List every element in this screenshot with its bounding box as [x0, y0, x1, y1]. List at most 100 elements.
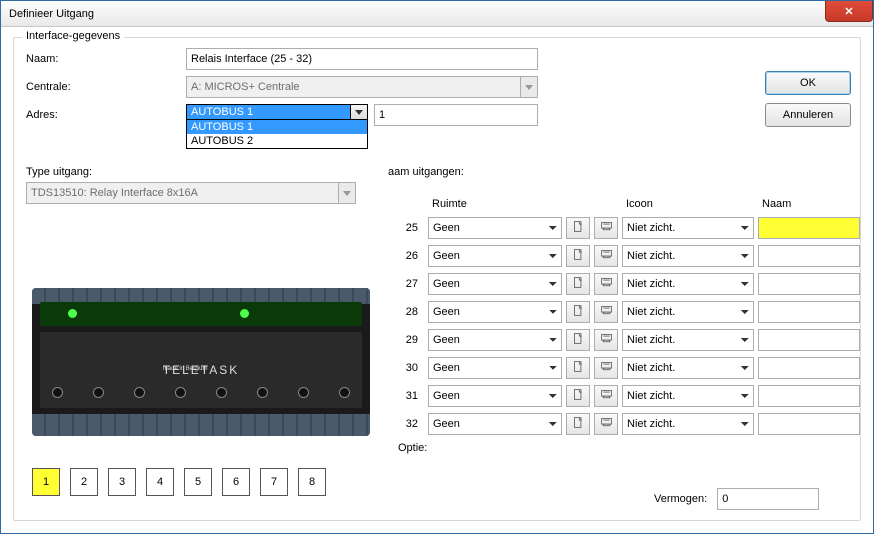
edit-room-button[interactable]	[594, 245, 618, 267]
edit-room-button[interactable]	[594, 385, 618, 407]
channel-button-6[interactable]: 6	[222, 468, 250, 496]
adres-bus-toggle[interactable]	[350, 105, 367, 119]
dialog-body: OK Annuleren Interface-gegevens Naam: Ce…	[1, 27, 873, 533]
output-naam-input[interactable]	[758, 245, 860, 267]
knob-icon	[298, 387, 309, 398]
icoon-select[interactable]: Niet zicht.	[622, 217, 754, 239]
ruimte-select[interactable]: Geen	[428, 357, 562, 379]
channel-button-8[interactable]: 8	[298, 468, 326, 496]
dialog-window: Definieer Uitgang ✕ OK Annuleren Interfa…	[0, 0, 874, 534]
label-vermogen: Vermogen:	[654, 493, 707, 505]
col-icoon: Icoon	[626, 198, 758, 210]
new-room-button[interactable]	[566, 273, 590, 295]
device-faceplate: TELETASK made in Belgium	[40, 332, 362, 408]
knob-icon	[175, 387, 186, 398]
output-row: 25GeenNiet zicht.	[398, 216, 860, 240]
device-pcb	[40, 302, 362, 326]
output-index: 31	[398, 390, 424, 402]
chevron-down-icon	[343, 191, 351, 196]
output-row: 30GeenNiet zicht.	[398, 356, 860, 380]
channel-button-7[interactable]: 7	[260, 468, 288, 496]
edit-room-button[interactable]	[594, 301, 618, 323]
new-room-button[interactable]	[566, 217, 590, 239]
output-naam-input[interactable]	[758, 273, 860, 295]
new-room-button[interactable]	[566, 245, 590, 267]
page-icon	[572, 304, 585, 320]
device-knobs	[52, 387, 350, 398]
knob-icon	[216, 387, 227, 398]
device-bottom-rail	[32, 414, 370, 436]
output-naam-input[interactable]	[758, 413, 860, 435]
channel-button-5[interactable]: 5	[184, 468, 212, 496]
channel-button-2[interactable]: 2	[70, 468, 98, 496]
output-index: 29	[398, 334, 424, 346]
channel-button-3[interactable]: 3	[108, 468, 136, 496]
properties-icon	[600, 416, 613, 432]
col-ruimte: Ruimte	[432, 198, 566, 210]
adres-bus-option-1[interactable]: AUTOBUS 1	[187, 120, 367, 134]
ruimte-select[interactable]: Geen	[428, 301, 562, 323]
output-naam-input[interactable]	[758, 385, 860, 407]
channel-buttons: 12345678	[32, 468, 326, 496]
knob-icon	[52, 387, 63, 398]
label-type: Type uitgang:	[26, 166, 92, 178]
new-room-button[interactable]	[566, 329, 590, 351]
adres-number-input[interactable]	[374, 104, 538, 126]
properties-icon	[600, 248, 613, 264]
chevron-down-icon	[355, 110, 363, 115]
ruimte-select[interactable]: Geen	[428, 385, 562, 407]
icoon-select[interactable]: Niet zicht.	[622, 385, 754, 407]
type-combo	[26, 182, 356, 204]
new-room-button[interactable]	[566, 301, 590, 323]
icoon-select[interactable]: Niet zicht.	[622, 413, 754, 435]
centrale-value	[186, 76, 538, 98]
channel-button-4[interactable]: 4	[146, 468, 174, 496]
edit-room-button[interactable]	[594, 413, 618, 435]
edit-room-button[interactable]	[594, 357, 618, 379]
vermogen-input[interactable]	[717, 488, 819, 510]
output-row: 26 Geen Niet zicht.	[398, 244, 860, 268]
ruimte-select[interactable]: Geen	[428, 413, 562, 435]
adres-bus-selected[interactable]: AUTOBUS 1	[187, 105, 350, 119]
ruimte-select[interactable]: Geen	[428, 245, 562, 267]
icoon-select[interactable]: Niet zicht.	[622, 245, 754, 267]
row-naam: Naam:	[26, 48, 848, 70]
naam-input[interactable]	[186, 48, 538, 70]
knob-icon	[93, 387, 104, 398]
label-adres: Adres:	[26, 109, 186, 121]
new-room-button[interactable]	[566, 385, 590, 407]
output-row: 27GeenNiet zicht.	[398, 272, 860, 296]
adres-bus-option-2[interactable]: AUTOBUS 2	[187, 134, 367, 148]
output-index: 26	[398, 250, 424, 262]
close-button[interactable]: ✕	[825, 1, 873, 22]
ruimte-select[interactable]: Geen	[428, 273, 562, 295]
ruimte-select[interactable]: Geen	[428, 217, 562, 239]
icoon-select[interactable]: Niet zicht.	[622, 301, 754, 323]
output-naam-input[interactable]	[758, 329, 860, 351]
output-row: 28GeenNiet zicht.	[398, 300, 860, 324]
new-room-button[interactable]	[566, 357, 590, 379]
knob-icon	[257, 387, 268, 398]
page-icon	[572, 360, 585, 376]
output-naam-input[interactable]	[758, 217, 860, 239]
properties-icon	[600, 332, 613, 348]
edit-room-button[interactable]	[594, 329, 618, 351]
icoon-select[interactable]: Niet zicht.	[622, 329, 754, 351]
channel-button-1[interactable]: 1	[32, 468, 60, 496]
outputs-grid: Ruimte Icoon Naam 25GeenNiet zicht.26Gee…	[398, 198, 860, 440]
edit-room-button[interactable]	[594, 273, 618, 295]
icoon-select[interactable]: Niet zicht.	[622, 357, 754, 379]
adres-bus-dropdown[interactable]: AUTOBUS 1 AUTOBUS 1 AUTOBUS 2	[186, 104, 368, 149]
page-icon	[572, 388, 585, 404]
icoon-select[interactable]: Niet zicht.	[622, 273, 754, 295]
vermogen-row: Vermogen:	[654, 488, 819, 510]
ruimte-select[interactable]: Geen	[428, 329, 562, 351]
page-icon	[572, 276, 585, 292]
knob-icon	[339, 387, 350, 398]
properties-icon	[600, 388, 613, 404]
properties-icon	[600, 360, 613, 376]
edit-room-button[interactable]	[594, 217, 618, 239]
output-naam-input[interactable]	[758, 301, 860, 323]
new-room-button[interactable]	[566, 413, 590, 435]
output-naam-input[interactable]	[758, 357, 860, 379]
